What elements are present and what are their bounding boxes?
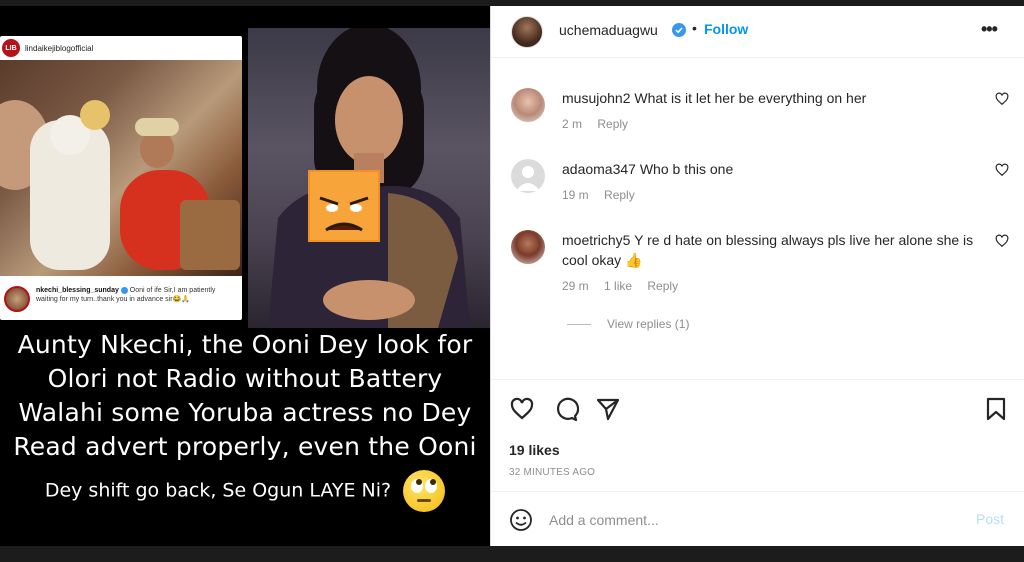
author-username[interactable]: uchemaduagwu — [559, 22, 658, 38]
comment-meta: 19 m Reply — [562, 185, 982, 205]
comment-time: 2 m — [562, 117, 583, 131]
comment-time: 29 m — [562, 279, 589, 293]
repost-inset: LIB lindaikejiblogofficial nkechi_blessi… — [0, 36, 242, 320]
comment-meta: 29 m 1 like Reply — [562, 276, 982, 296]
caption-last-text: Dey shift go back, Se Ogun LAYE Ni? — [44, 479, 392, 502]
comment-username[interactable]: moetrichy5 — [562, 232, 630, 248]
inset-comment-text: nkechi_blessing_sunday Ooni of ife Sir,I… — [36, 286, 216, 314]
emoji-smile-icon[interactable] — [509, 508, 533, 532]
bookmark-icon[interactable] — [983, 396, 1009, 422]
view-replies-button[interactable]: View replies (1) — [567, 317, 689, 331]
like-heart-icon[interactable] — [509, 396, 535, 422]
meme-caption: Aunty Nkechi, the Ooni Dey look for Olor… — [0, 328, 490, 546]
comment-username[interactable]: musujohn2 — [562, 90, 631, 106]
caption-last-line: Dey shift go back, Se Ogun LAYE Ni? — [0, 470, 490, 512]
comment-text: Who b this one — [639, 161, 734, 177]
heart-icon[interactable] — [995, 92, 1009, 106]
post-media[interactable]: LIB lindaikejiblogofficial nkechi_blessi… — [0, 6, 490, 546]
inset-comment: nkechi_blessing_sunday Ooni of ife Sir,I… — [0, 280, 242, 320]
caption-line: Aunty Nkechi, the Ooni Dey look for — [17, 330, 473, 359]
reply-button[interactable]: Reply — [597, 117, 628, 131]
default-avatar-icon — [516, 166, 540, 191]
inset-photo — [0, 60, 242, 276]
author-avatar[interactable] — [511, 16, 543, 48]
inset-comment-user: nkechi_blessing_sunday — [36, 287, 119, 294]
header-separator: • — [692, 20, 697, 36]
reply-button[interactable]: Reply — [604, 188, 635, 202]
lib-logo: LIB — [2, 39, 20, 57]
media-collage: LIB lindaikejiblogofficial nkechi_blessi… — [0, 28, 490, 328]
post-actions: 19 likes 32 MINUTES AGO Post — [491, 379, 1024, 546]
comment-body: moetrichy5 Y re d hate on blessing alway… — [562, 230, 982, 296]
comments-panel: uchemaduagwu • Follow ••• musujohn2 What… — [490, 6, 1024, 546]
post-timestamp: 32 MINUTES AGO — [509, 467, 596, 478]
more-options-icon[interactable]: ••• — [981, 19, 998, 40]
caption-line: Walahi some Yoruba actress no Dey — [18, 398, 472, 427]
comment-likes[interactable]: 1 like — [604, 279, 632, 293]
comment-time: 19 m — [562, 188, 589, 202]
comment-avatar[interactable] — [511, 159, 545, 193]
comment-bubble-icon[interactable] — [553, 396, 579, 422]
post-header: uchemaduagwu • Follow ••• — [491, 6, 1024, 58]
comment-avatar[interactable] — [511, 230, 545, 264]
view-replies-line — [567, 323, 591, 325]
caption-line: Read advert properly, even the Ooni — [13, 432, 477, 461]
portrait-illustration — [268, 28, 470, 328]
eye-roll-emoji-icon — [403, 470, 446, 512]
comment-body: adaoma347 Who b this one 19 m Reply — [562, 159, 982, 205]
heart-icon[interactable] — [995, 163, 1009, 177]
verified-badge-icon — [672, 23, 686, 37]
comment-meta: 2 m Reply — [562, 114, 982, 134]
inset-header: LIB lindaikejiblogofficial — [0, 36, 242, 60]
comment-text: What is it let her be everything on her — [634, 90, 867, 106]
portrait-photo — [248, 28, 490, 328]
view-replies-label: View replies (1) — [607, 317, 690, 331]
post-comment-button[interactable]: Post — [976, 511, 1004, 527]
add-comment-bar: Post — [491, 491, 1024, 547]
reply-button[interactable]: Reply — [647, 279, 678, 293]
share-paper-plane-icon[interactable] — [595, 396, 621, 422]
caption-line: Olori not Radio without Battery — [47, 364, 443, 393]
follow-button[interactable]: Follow — [704, 21, 748, 37]
comment-username[interactable]: adaoma347 — [562, 161, 636, 177]
comment-avatar[interactable] — [511, 88, 545, 122]
verified-icon — [120, 286, 128, 294]
heart-icon[interactable] — [995, 234, 1009, 248]
screenshot-frame: LIB lindaikejiblogofficial nkechi_blessi… — [0, 0, 1024, 562]
inset-comment-avatar — [4, 286, 30, 312]
inset-handle: lindaikejiblogofficial — [25, 43, 94, 53]
likes-count[interactable]: 19 likes — [509, 442, 560, 458]
comment-body: musujohn2 What is it let her be everythi… — [562, 88, 982, 134]
comment-input[interactable] — [549, 508, 949, 532]
